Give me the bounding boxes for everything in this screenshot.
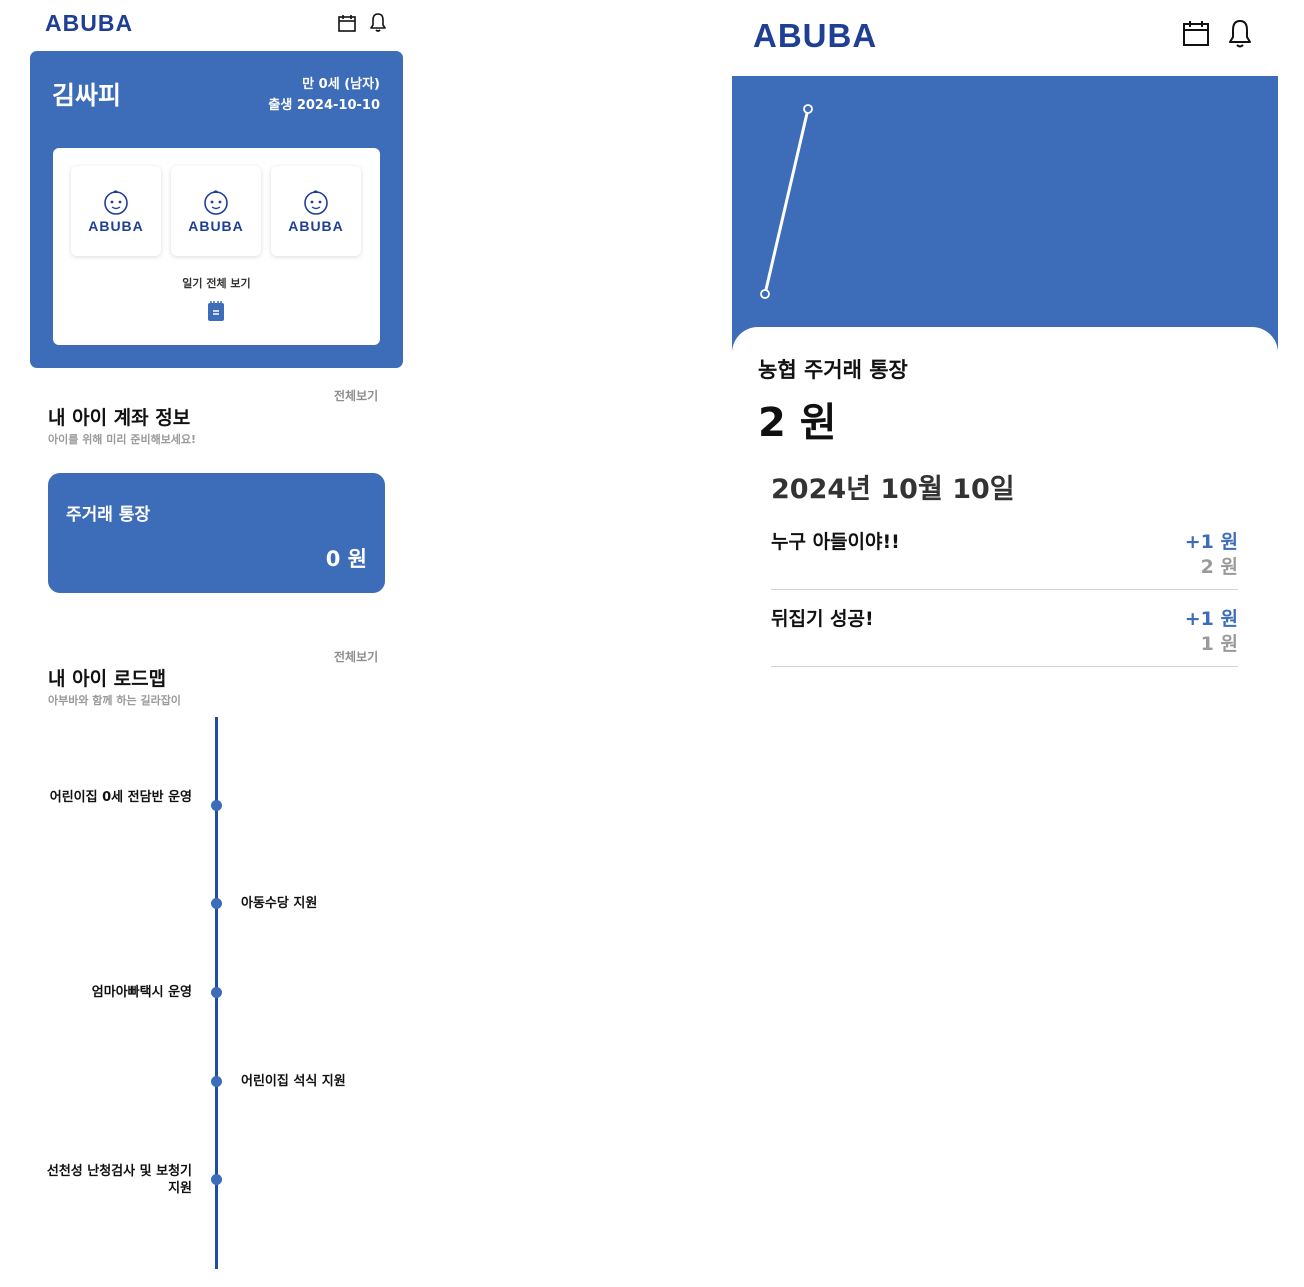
balance-data-point	[803, 104, 813, 114]
baby-face-icon	[304, 190, 328, 215]
calendar-icon[interactable]	[337, 13, 357, 33]
roadmap-item[interactable]: 선천성 난청검사 및 보청기 지원	[42, 1163, 192, 1197]
transaction-title: 뒤집기 성공!	[771, 608, 874, 630]
calendar-icon[interactable]	[1182, 19, 1210, 47]
transaction-date: 2024년 10월 10일	[771, 474, 1015, 505]
child-birth-date: 출생 2024-10-10	[268, 98, 380, 113]
diary-thumbnail[interactable]: ABUBA	[171, 166, 261, 256]
account-section-title: 내 아이 계좌 정보	[48, 407, 191, 429]
child-age: 만 0세 (남자)	[302, 77, 380, 92]
roadmap-see-all-link[interactable]: 전체보기	[334, 648, 378, 665]
child-name: 김싸피	[52, 81, 122, 110]
bell-icon[interactable]	[369, 12, 387, 33]
roadmap-node	[211, 1076, 222, 1087]
baby-face-icon	[104, 190, 128, 215]
balance-series-line	[763, 108, 810, 295]
roadmap-item[interactable]: 엄마아빠택시 운영	[42, 984, 192, 1001]
roadmap-node	[211, 1174, 222, 1185]
bell-icon[interactable]	[1227, 18, 1253, 49]
diary-preview: ABUBA ABUBA ABUBA 일기 전체 보기	[53, 148, 380, 345]
diary-thumbnail[interactable]: ABUBA	[71, 166, 161, 256]
roadmap-node	[211, 987, 222, 998]
transaction-amount: +1 원	[1184, 608, 1238, 630]
roadmap-item[interactable]: 어린이집 0세 전담반 운영	[42, 789, 192, 806]
account-name: 주거래 통장	[66, 505, 151, 525]
roadmap-item[interactable]: 어린이집 석식 지원	[241, 1073, 346, 1090]
divider	[771, 589, 1238, 590]
notepad-icon[interactable]	[207, 300, 225, 322]
app-logo: ABUBA	[753, 17, 878, 54]
roadmap-section-title: 내 아이 로드맵	[48, 668, 167, 690]
roadmap-item[interactable]: 아동수당 지원	[241, 895, 317, 912]
balance-line-chart	[760, 104, 813, 299]
transaction-title: 누구 아들이야!!	[771, 531, 900, 553]
thumbnail-logo: ABUBA	[88, 218, 144, 234]
account-section-subtitle: 아이를 위해 미리 준비해보세요!	[48, 433, 197, 446]
balance-data-point	[760, 289, 770, 299]
transaction-balance: 1 원	[1200, 633, 1238, 655]
transaction-amount: +1 원	[1184, 531, 1238, 553]
account-card[interactable]	[48, 473, 385, 593]
thumbnail-logo: ABUBA	[188, 218, 244, 234]
bank-account-name: 농협 주거래 통장	[758, 358, 908, 382]
baby-face-icon	[204, 190, 228, 215]
bank-account-balance: 2 원	[758, 400, 837, 446]
divider	[771, 666, 1238, 667]
account-balance: 0 원	[325, 547, 367, 571]
roadmap-section-subtitle: 아부바와 함께 하는 길라잡이	[48, 694, 181, 707]
roadmap-node	[211, 898, 222, 909]
view-all-diary-link[interactable]: 일기 전체 보기	[53, 275, 380, 291]
account-see-all-link[interactable]: 전체보기	[334, 387, 378, 404]
transaction-balance: 2 원	[1200, 556, 1238, 578]
thumbnail-logo: ABUBA	[288, 218, 344, 234]
app-logo: ABUBA	[45, 10, 134, 36]
roadmap-node	[211, 800, 222, 811]
diary-thumbnail[interactable]: ABUBA	[271, 166, 361, 256]
